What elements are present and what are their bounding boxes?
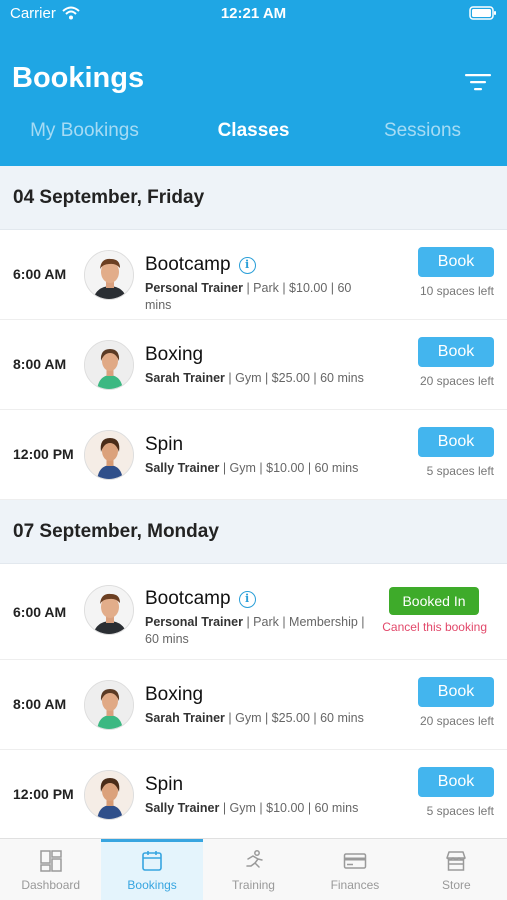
trainer-avatar xyxy=(84,250,134,300)
book-button[interactable]: Book xyxy=(418,767,494,797)
trainer-avatar xyxy=(84,680,134,730)
nav-finances[interactable]: Finances xyxy=(304,839,405,900)
class-title: Bootcamp i xyxy=(145,254,256,276)
book-button[interactable]: Book xyxy=(418,677,494,707)
class-time: 6:00 AM xyxy=(13,266,67,282)
class-title: Boxing xyxy=(145,684,203,706)
spaces-left: 5 spaces left xyxy=(426,804,494,818)
book-button[interactable]: Book xyxy=(418,337,494,367)
spaces-left: 20 spaces left xyxy=(419,714,494,728)
class-title: Bootcamp i xyxy=(145,588,256,610)
status-bar: Carrier 12:21 AM xyxy=(0,0,507,30)
class-name: Boxing xyxy=(145,344,204,365)
app-header: Carrier 12:21 AM Bookings My Bookings Cl… xyxy=(0,0,507,166)
class-details: Sally Trainer | Gym | $10.00 | 60 mins xyxy=(145,800,375,817)
cancel-booking-link[interactable]: Cancel this booking xyxy=(382,620,487,634)
class-time: 8:00 AM xyxy=(13,356,67,372)
class-info: | Gym | $10.00 | 60 mins xyxy=(219,801,359,815)
class-title: Spin xyxy=(145,774,183,796)
class-row: 8:00 AM Boxing Sarah Trainer | Gym | $25… xyxy=(0,660,507,750)
trainer-avatar xyxy=(84,770,134,820)
filter-icon[interactable] xyxy=(465,72,491,92)
class-info: | Gym | $25.00 | 60 mins xyxy=(224,711,364,725)
class-time: 8:00 AM xyxy=(13,696,67,712)
class-details: Sarah Trainer | Gym | $25.00 | 60 mins xyxy=(145,710,375,727)
book-button[interactable]: Book xyxy=(418,427,494,457)
class-time: 6:00 AM xyxy=(13,604,67,620)
trainer-name: Personal Trainer xyxy=(145,615,243,629)
nav-label: Dashboard xyxy=(21,878,81,892)
runner-icon xyxy=(245,850,263,868)
spaces-left: 20 spaces left xyxy=(419,374,494,388)
class-details: Personal Trainer | Park | $10.00 | 60 mi… xyxy=(145,280,375,314)
nav-store[interactable]: Store xyxy=(406,839,507,900)
class-title: Boxing xyxy=(145,344,203,366)
info-icon[interactable]: i xyxy=(238,591,256,608)
tab-classes[interactable]: Classes xyxy=(169,120,338,156)
nav-label: Training xyxy=(232,878,275,892)
nav-bookings[interactable]: Bookings xyxy=(101,839,203,900)
spaces-left: 5 spaces left xyxy=(426,464,494,478)
class-list: 04 September, Friday 6:00 AM Bootcamp i P… xyxy=(0,166,507,840)
class-info: | Gym | $10.00 | 60 mins xyxy=(219,461,359,475)
class-details: Sarah Trainer | Gym | $25.00 | 60 mins xyxy=(145,370,375,387)
trainer-name: Sarah Trainer xyxy=(145,711,225,725)
trainer-avatar xyxy=(84,340,134,390)
booking-tabs: My Bookings Classes Sessions xyxy=(0,120,507,156)
book-button[interactable]: Book xyxy=(418,247,494,277)
class-info: | Gym | $25.00 | 60 mins xyxy=(224,371,364,385)
trainer-name: Sarah Trainer xyxy=(145,371,225,385)
class-name: Spin xyxy=(145,774,184,795)
trainer-avatar xyxy=(84,430,134,480)
trainer-name: Sally Trainer xyxy=(145,461,220,475)
class-time: 12:00 PM xyxy=(13,446,74,462)
status-time: 12:21 AM xyxy=(220,5,287,22)
class-row: 12:00 PM Spin Sally Trainer | Gym | $10.… xyxy=(0,750,507,840)
tab-sessions[interactable]: Sessions xyxy=(338,120,507,156)
date-header: 07 September, Monday xyxy=(0,500,507,564)
nav-dashboard[interactable]: Dashboard xyxy=(0,839,101,900)
battery-icon xyxy=(469,6,496,20)
dashboard-icon xyxy=(39,850,62,872)
class-row: 6:00 AM Bootcamp i Personal Trainer | Par… xyxy=(0,230,507,320)
page-title: Bookings xyxy=(12,62,145,94)
bottom-nav: Dashboard Bookings Training Finances Sto… xyxy=(0,838,507,900)
class-name: Bootcamp xyxy=(145,254,231,275)
credit-card-icon xyxy=(343,853,367,869)
info-icon[interactable]: i xyxy=(238,257,256,274)
class-row: 8:00 AM Boxing Sarah Trainer | Gym | $25… xyxy=(0,320,507,410)
class-name: Bootcamp xyxy=(145,588,231,609)
class-time: 12:00 PM xyxy=(13,786,74,802)
trainer-name: Personal Trainer xyxy=(145,281,243,295)
class-row: 12:00 PM Spin Sally Trainer | Gym | $10.… xyxy=(0,410,507,500)
store-icon xyxy=(446,851,467,871)
nav-label: Finances xyxy=(330,878,380,892)
nav-label: Bookings xyxy=(127,878,177,892)
booked-in-button[interactable]: Booked In xyxy=(389,587,479,615)
class-name: Spin xyxy=(145,434,184,455)
date-header: 04 September, Friday xyxy=(0,166,507,230)
class-details: Sally Trainer | Gym | $10.00 | 60 mins xyxy=(145,460,375,477)
nav-training[interactable]: Training xyxy=(203,839,304,900)
nav-label: Store xyxy=(441,878,471,892)
class-name: Boxing xyxy=(145,684,204,705)
spaces-left: 10 spaces left xyxy=(419,284,494,298)
class-details: Personal Trainer | Park | Membership | 6… xyxy=(145,614,375,648)
trainer-avatar xyxy=(84,585,134,635)
class-title: Spin xyxy=(145,434,183,456)
calendar-icon xyxy=(142,851,162,871)
class-row: 6:00 AM Bootcamp i Personal Trainer | Par… xyxy=(0,564,507,660)
trainer-name: Sally Trainer xyxy=(145,801,220,815)
tab-my-bookings[interactable]: My Bookings xyxy=(0,120,169,156)
